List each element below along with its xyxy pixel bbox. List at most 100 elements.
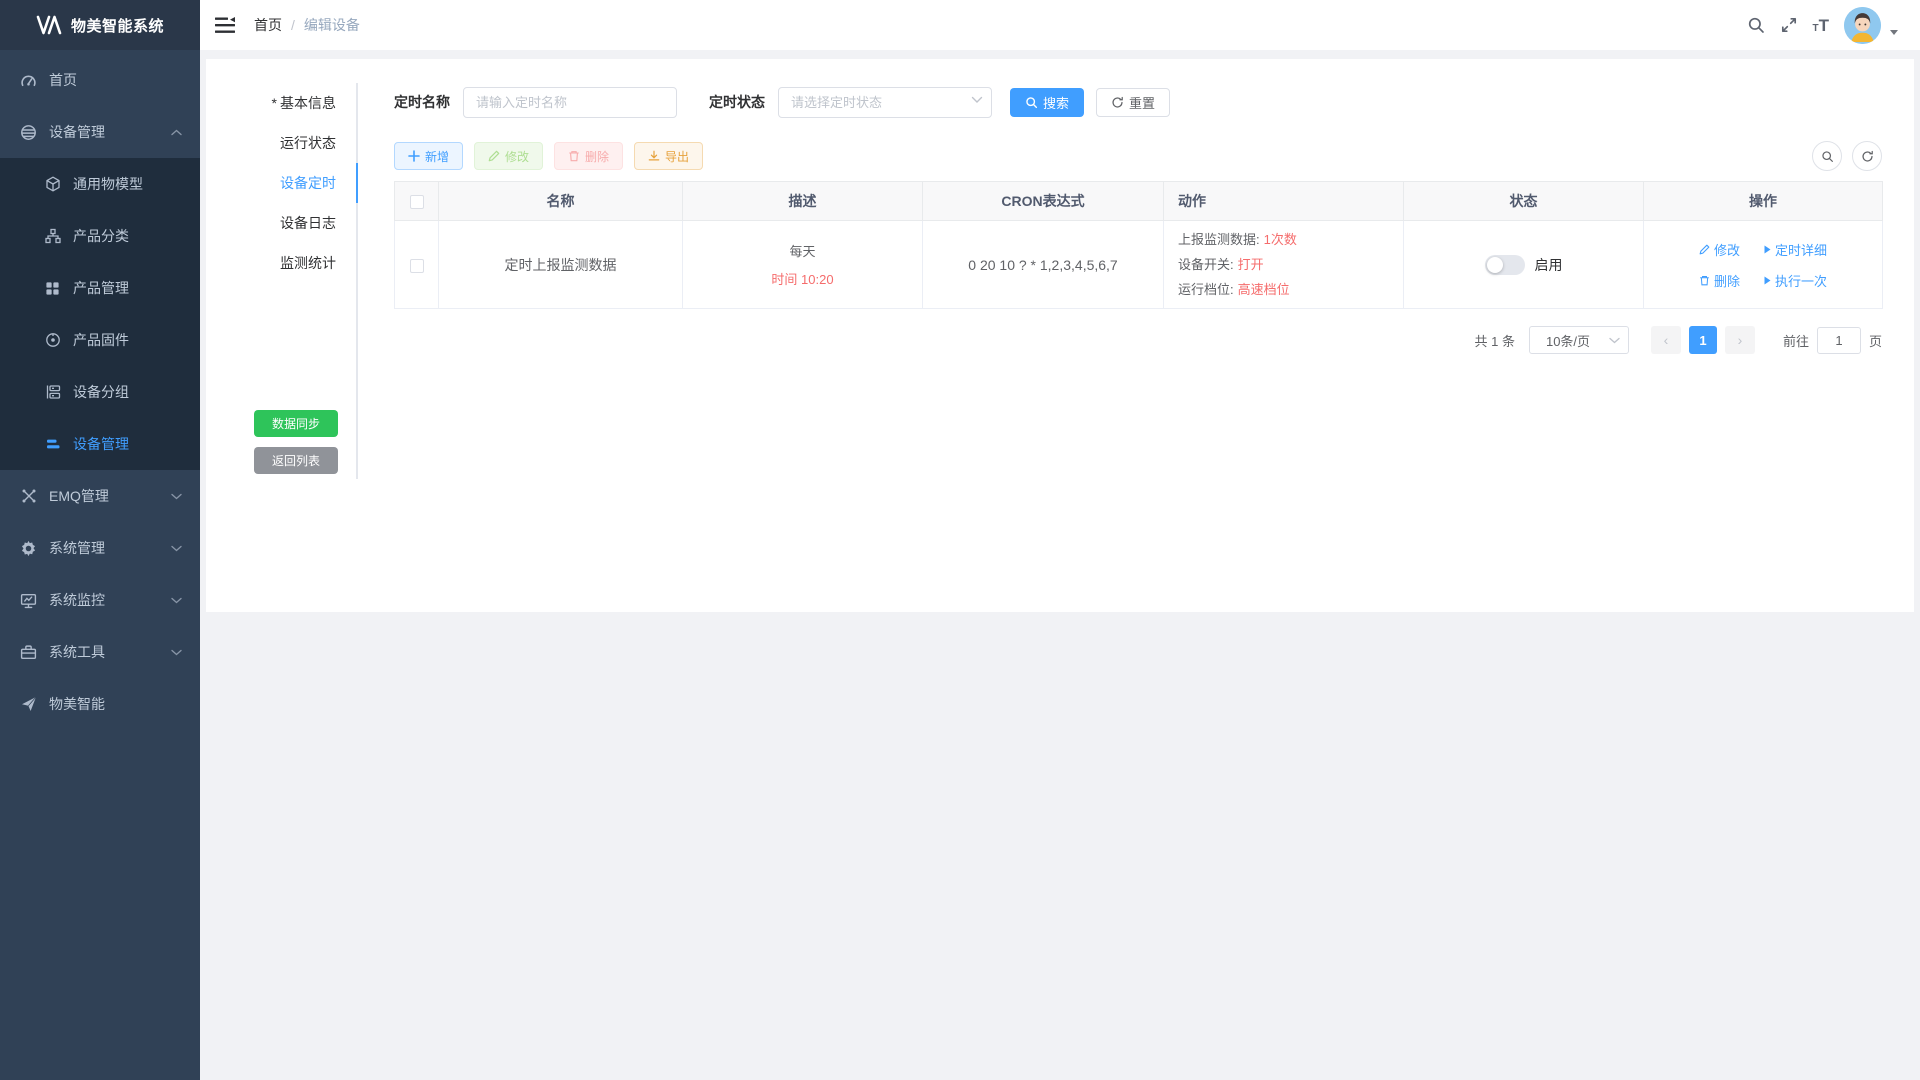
- sidebar-item-label: 产品分类: [73, 226, 129, 246]
- sidebar-item-system-monitor[interactable]: 系统监控: [0, 574, 200, 626]
- reset-button[interactable]: 重置: [1096, 88, 1170, 117]
- sitemap-icon: [44, 228, 61, 245]
- sidebar-item-product-category[interactable]: 产品分类: [0, 210, 200, 262]
- timer-status-label: 定时状态: [709, 92, 765, 112]
- header-cron: CRON表达式: [923, 182, 1164, 221]
- sidebar-item-label: 设备管理: [73, 434, 129, 454]
- sidebar-item-label: 设备分组: [73, 382, 129, 402]
- cube-icon: [44, 176, 61, 193]
- device-submenu: 通用物模型 产品分类 产品管理: [0, 158, 200, 470]
- header-desc: 描述: [683, 182, 923, 221]
- tab-active-indicator: [356, 163, 358, 203]
- tab-device-timer[interactable]: 设备定时: [206, 163, 356, 203]
- row-edit-link[interactable]: 修改: [1699, 240, 1740, 259]
- tab-monitor-stats[interactable]: 监测统计: [206, 243, 356, 283]
- row-checkbox[interactable]: [410, 259, 424, 273]
- sidebar-item-label: 通用物模型: [73, 174, 143, 194]
- toggle-search-icon[interactable]: [1812, 141, 1842, 171]
- refresh-icon[interactable]: [1852, 141, 1882, 171]
- pagination: 共 1 条 10条/页 ‹ 1 › 前往 页: [1475, 326, 1883, 354]
- row-timer-detail-link[interactable]: 定时详细: [1764, 240, 1827, 259]
- edit-button[interactable]: 修改: [474, 142, 543, 170]
- device-edit-card: *基本信息 运行状态 设备定时 设备日志 监测统计 数据同步 返回列表 定时名称…: [206, 59, 1914, 612]
- timer-name-input[interactable]: [463, 87, 677, 118]
- table-row: 定时上报监测数据 每天 时间 10:20 0 20 10 ? * 1,2,3,4…: [395, 221, 1883, 309]
- cell-desc: 每天 时间 10:20: [683, 221, 923, 309]
- tab-running-status[interactable]: 运行状态: [206, 123, 356, 163]
- sidebar-item-product-firmware[interactable]: 产品固件: [0, 314, 200, 366]
- sidebar-item-system-tools[interactable]: 系统工具: [0, 626, 200, 678]
- timer-pane: 定时名称 定时状态 搜索: [394, 86, 1882, 606]
- desc-secondary: 时间 10:20: [684, 269, 921, 288]
- tab-device-log[interactable]: 设备日志: [206, 203, 356, 243]
- sidebar-item-home[interactable]: 首页: [0, 54, 200, 106]
- paper-plane-icon: [20, 696, 37, 713]
- row-delete-link[interactable]: 删除: [1699, 271, 1740, 290]
- sidebar-item-emq[interactable]: EMQ管理: [0, 470, 200, 522]
- emq-nodes-icon: [20, 488, 37, 505]
- export-button[interactable]: 导出: [634, 142, 703, 170]
- breadcrumb: 首页 / 编辑设备: [254, 15, 360, 35]
- status-toggle[interactable]: [1485, 255, 1525, 275]
- sidebar: 物美智能系统 首页 设备管理: [0, 0, 200, 1080]
- app-title: 物美智能系统: [71, 15, 164, 36]
- sidebar-item-device-mgmt[interactable]: 设备管理: [0, 106, 200, 158]
- action-line: 设备开关:打开: [1178, 252, 1402, 277]
- fullscreen-icon[interactable]: [1780, 16, 1798, 34]
- bars-icon: [44, 436, 61, 453]
- chevron-down-icon: [171, 545, 182, 552]
- header-select-all: [395, 182, 439, 221]
- monitor-icon: [20, 592, 37, 609]
- cell-status: 启用: [1404, 221, 1644, 309]
- timer-name-label: 定时名称: [394, 92, 450, 112]
- table-header-row: 名称 描述 CRON表达式 动作 状态 操作: [395, 182, 1883, 221]
- breadcrumb-separator: /: [291, 17, 295, 33]
- sidebar-item-device-manage-active[interactable]: 设备管理: [0, 418, 200, 470]
- header-operate: 操作: [1644, 182, 1883, 221]
- status-label: 启用: [1535, 255, 1563, 275]
- sidebar-menu: 首页 设备管理 通用物模型: [0, 50, 200, 730]
- sidebar-fold-icon[interactable]: [215, 17, 235, 34]
- sidebar-item-label: 系统工具: [49, 642, 105, 662]
- chevron-down-icon: [171, 649, 182, 656]
- add-button[interactable]: 新增: [394, 142, 463, 170]
- back-to-list-button[interactable]: 返回列表: [254, 447, 338, 474]
- timer-status-select[interactable]: [778, 87, 992, 118]
- tabs-divider: [356, 83, 358, 479]
- breadcrumb-current: 编辑设备: [304, 15, 360, 35]
- next-page-button[interactable]: ›: [1725, 326, 1755, 354]
- avatar[interactable]: [1844, 7, 1881, 44]
- toolbox-icon: [20, 644, 37, 661]
- tab-basic-info[interactable]: *基本信息: [206, 83, 356, 123]
- data-sync-button[interactable]: 数据同步: [254, 410, 338, 437]
- select-all-checkbox[interactable]: [410, 195, 424, 209]
- font-size-icon[interactable]: TT: [1813, 17, 1830, 34]
- chevron-up-icon: [171, 129, 182, 136]
- sidebar-item-wumei-smart[interactable]: 物美智能: [0, 678, 200, 730]
- server-group-icon: [44, 384, 61, 401]
- prev-page-button[interactable]: ‹: [1651, 326, 1681, 354]
- dashboard-icon: [20, 72, 37, 89]
- breadcrumb-home[interactable]: 首页: [254, 15, 282, 35]
- sidebar-item-system-mgmt[interactable]: 系统管理: [0, 522, 200, 574]
- sidebar-item-label: 产品固件: [73, 330, 129, 350]
- search-button[interactable]: 搜索: [1010, 88, 1084, 117]
- row-run-once-link[interactable]: 执行一次: [1764, 271, 1827, 290]
- chevron-down-icon: [171, 597, 182, 604]
- topbar-actions: TT: [1747, 0, 1899, 50]
- sidebar-item-product-mgmt[interactable]: 产品管理: [0, 262, 200, 314]
- search-icon[interactable]: [1747, 16, 1765, 34]
- page-size-select[interactable]: 10条/页: [1529, 326, 1629, 354]
- app-logo[interactable]: 物美智能系统: [0, 0, 200, 50]
- sidebar-item-device-group[interactable]: 设备分组: [0, 366, 200, 418]
- header-name: 名称: [439, 182, 683, 221]
- sidebar-item-thing-model[interactable]: 通用物模型: [0, 158, 200, 210]
- delete-button[interactable]: 删除: [554, 142, 623, 170]
- caret-down-icon[interactable]: [1890, 30, 1898, 35]
- goto-page-input[interactable]: [1817, 327, 1861, 354]
- firmware-icon: [44, 332, 61, 349]
- search-form: 定时名称 定时状态 搜索: [394, 86, 1170, 118]
- header-action: 动作: [1164, 182, 1404, 221]
- pagination-total: 共 1 条: [1475, 331, 1515, 350]
- current-page-button[interactable]: 1: [1689, 326, 1717, 354]
